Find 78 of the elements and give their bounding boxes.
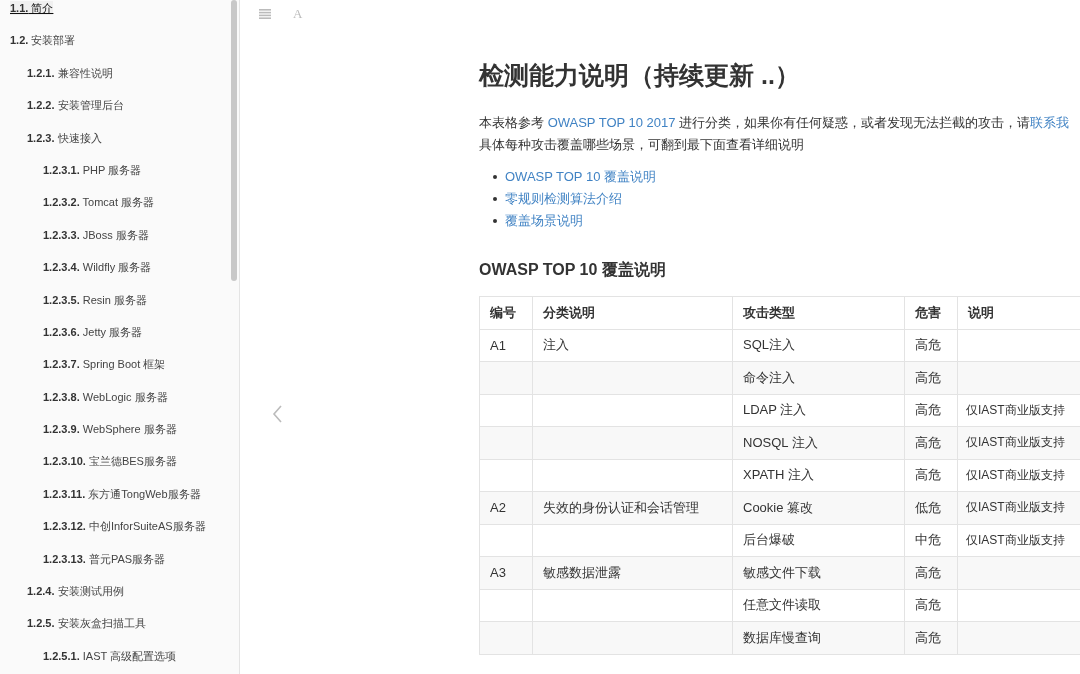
table-cell [479, 394, 533, 427]
bullet-icon [493, 175, 497, 179]
intro-paragraph: 本表格参考 OWASP TOP 10 2017 进行分类，如果你有任何疑惑，或者发现无法拦截的攻击，请联系我 具体每种攻击覆盖哪些场景，可翻到最下面查看详细说明 [479, 114, 1071, 154]
column-header: 说明 [957, 296, 1080, 329]
table-cell: 仅IAST商业版支持 [957, 491, 1080, 524]
text-link[interactable]: 联系我 [1030, 115, 1070, 130]
table-cell: A3 [479, 556, 533, 589]
column-header: 编号 [479, 296, 533, 329]
nav-link[interactable]: 1.2.5.1. IAST 高级配置选项 [43, 648, 177, 663]
table-cell: LDAP 注入 [732, 394, 905, 427]
column-header: 分类说明 [532, 296, 733, 329]
table-cell: 仅IAST商业版支持 [957, 459, 1080, 492]
nav-link[interactable]: 1.2.3.13. 普元PAS服务器 [43, 551, 166, 566]
table-cell [479, 426, 533, 459]
page-title: 检测能力说明（持续更新 ..） [479, 60, 801, 91]
nav-link[interactable]: 1.2. 安装部署 [10, 33, 76, 48]
table-cell: SQL注入 [732, 329, 905, 362]
nav-link[interactable]: 1.2.4. 安装测试用例 [27, 584, 124, 599]
nav-link[interactable]: 1.2.3.3. JBoss 服务器 [43, 227, 149, 242]
bullet-icon [493, 197, 497, 201]
toc-link[interactable]: OWASP TOP 10 覆盖说明 [505, 166, 656, 188]
table-cell: 敏感文件下载 [732, 556, 905, 589]
nav-link[interactable]: 1.2.3.6. Jetty 服务器 [43, 324, 143, 339]
table-cell [479, 589, 533, 622]
table-cell: 高危 [904, 621, 958, 654]
table-cell: 低危 [904, 491, 958, 524]
table-cell: 敏感数据泄露 [532, 556, 733, 589]
table-cell: 仅IAST商业版支持 [957, 394, 1080, 427]
column-header: 攻击类型 [732, 296, 905, 329]
scrollbar-thumb[interactable] [231, 0, 237, 281]
table-cell: 中危 [904, 524, 958, 557]
chevron-left-icon[interactable] [272, 405, 283, 423]
table-cell: 高危 [904, 556, 958, 589]
table-cell: 高危 [904, 394, 958, 427]
nav-link[interactable]: 1.2.3.5. Resin 服务器 [43, 292, 147, 307]
nav-link[interactable]: 1.2.1. 兼容性说明 [27, 65, 113, 80]
table-cell: XPATH 注入 [732, 459, 905, 492]
table-cell: 高危 [904, 361, 958, 394]
nav-link[interactable]: 1.2.3.1. PHP 服务器 [43, 162, 142, 177]
table-cell: NOSQL 注入 [732, 426, 905, 459]
table-cell: 高危 [904, 589, 958, 622]
nav-link[interactable]: 1.2.3.12. 中创InforSuiteAS服务器 [43, 519, 206, 534]
table-cell: 高危 [904, 329, 958, 362]
table-cell [479, 459, 533, 492]
table-cell: 命令注入 [732, 361, 905, 394]
table-cell [479, 361, 533, 394]
table-cell: Cookie 篡改 [732, 491, 905, 524]
table-cell: 数据库慢查询 [732, 621, 905, 654]
toc-link[interactable]: 覆盖场景说明 [505, 210, 583, 232]
table-cell [479, 524, 533, 557]
column-header: 危害 [904, 296, 958, 329]
menu-icon[interactable] [259, 9, 271, 19]
table-cell: 高危 [904, 459, 958, 492]
table-cell: 仅IAST商业版支持 [957, 524, 1080, 557]
table-cell: 任意文件读取 [732, 589, 905, 622]
nav-link[interactable]: 1.1. 简介 [10, 1, 54, 15]
nav-link[interactable]: 1.2.3. 快速接入 [27, 130, 102, 145]
table-cell: 高危 [904, 426, 958, 459]
table-cell: 后台爆破 [732, 524, 905, 557]
nav-link[interactable]: 1.2.3.11. 东方通TongWeb服务器 [43, 486, 201, 501]
table-cell [479, 621, 533, 654]
text-link[interactable]: OWASP TOP 10 2017 [547, 115, 676, 130]
table-cell: 仅IAST商业版支持 [957, 426, 1080, 459]
nav-link[interactable]: 1.2.3.10. 宝兰德BES服务器 [43, 454, 177, 469]
nav-link[interactable]: 1.2.3.7. Spring Boot 框架 [43, 357, 166, 372]
bullet-icon [493, 219, 497, 223]
section-heading: OWASP TOP 10 覆盖说明 [479, 260, 667, 280]
nav-link[interactable]: 1.2.2. 安装管理后台 [27, 98, 124, 113]
nav-link[interactable]: 1.2.5. 安装灰盒扫描工具 [27, 616, 146, 631]
nav-link[interactable]: 1.2.3.2. Tomcat 服务器 [43, 195, 155, 210]
toc-link[interactable]: 零规则检测算法介绍 [505, 188, 622, 210]
table-cell: A1 [479, 329, 533, 362]
nav-link[interactable]: 1.2.3.8. WebLogic 服务器 [43, 389, 168, 404]
nav-link[interactable]: 1.2.3.4. Wildfly 服务器 [43, 260, 152, 275]
table-cell: 失效的身份认证和会话管理 [532, 491, 733, 524]
nav-link[interactable]: 1.2.3.9. WebSphere 服务器 [43, 422, 177, 437]
table-cell: 注入 [532, 329, 733, 362]
table-cell: A2 [479, 491, 533, 524]
